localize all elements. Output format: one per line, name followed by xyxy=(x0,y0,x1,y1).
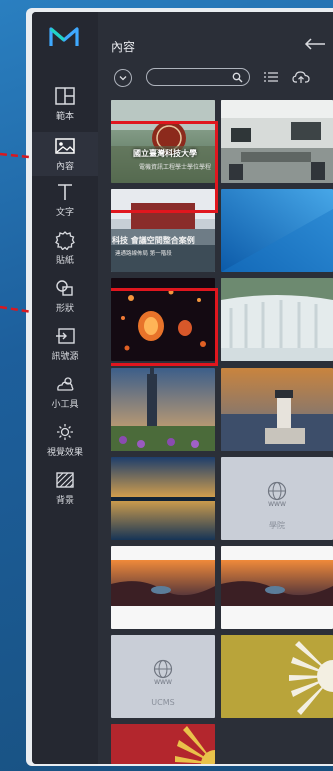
search-icon[interactable] xyxy=(232,72,243,83)
shape-icon xyxy=(56,280,73,296)
city-tower-thumbnail xyxy=(111,368,215,451)
sidebar-item-label: 形狀 xyxy=(55,304,74,314)
canyon-thumbnail xyxy=(221,560,333,606)
sidebar-item-signal-source[interactable]: 訊號源 xyxy=(32,326,98,368)
sidebar-item-label: 內容 xyxy=(55,162,74,172)
svg-text:WWW: WWW xyxy=(268,501,286,507)
content-tile-meeting-room[interactable] xyxy=(221,100,333,183)
app-window: 範本 內容 文字 貼紙 形狀 訊號源 小工具 視覺效果 背景 內容 國立臺灣科技… xyxy=(32,12,333,764)
image-icon xyxy=(55,138,75,154)
sidebar-item-sticker[interactable]: 貼紙 xyxy=(32,230,98,272)
filter-dropdown-button[interactable] xyxy=(114,69,132,87)
seal-title: 國立臺灣科技大學 xyxy=(133,149,197,158)
sidebar-item-content[interactable]: 內容 xyxy=(32,132,98,176)
content-tile-waterfall[interactable] xyxy=(221,278,333,361)
lake-sunset-thumbnail xyxy=(111,457,215,540)
waterfall-thumbnail xyxy=(221,278,333,361)
content-tile-conference-banner[interactable]: 科技 會議空間整合案例 連通路線佈局 第一階段 xyxy=(111,189,215,272)
meeting-room-thumbnail xyxy=(221,100,333,183)
sidebar-item-shape[interactable]: 形狀 xyxy=(32,278,98,320)
sidebar-item-visual-effect[interactable]: 視覺效果 xyxy=(32,422,98,464)
web-globe-icon: WWW xyxy=(267,481,287,507)
search-input[interactable] xyxy=(155,70,225,84)
content-tile-red-rays[interactable] xyxy=(111,724,215,764)
sky-lanterns-thumbnail xyxy=(111,278,215,361)
widget-icon xyxy=(57,377,74,391)
sidebar-item-label: 範本 xyxy=(55,112,74,122)
text-icon xyxy=(58,184,72,200)
lighthouse-thumbnail xyxy=(221,368,333,451)
signal-source-icon xyxy=(56,328,75,344)
sidebar-item-background[interactable]: 背景 xyxy=(32,470,98,512)
content-panel: 內容 國立臺灣科技大學 電機資訊工程學士學位學程 科技 會議空間整合案例 連通路… xyxy=(98,12,333,764)
sidebar-item-text[interactable]: 文字 xyxy=(32,182,98,224)
sidebar-item-label: 背景 xyxy=(55,496,74,506)
visual-effect-icon xyxy=(57,424,73,440)
chevron-down-icon xyxy=(119,76,127,81)
sidebar-item-label: 文字 xyxy=(55,208,74,218)
blue-gradient-thumbnail xyxy=(221,189,333,272)
sidebar-item-widget[interactable]: 小工具 xyxy=(32,374,98,416)
list-view-icon[interactable] xyxy=(264,71,278,83)
content-tile-canyon-1[interactable] xyxy=(111,546,215,629)
sidebar-item-label: 小工具 xyxy=(51,400,79,410)
svg-text:WWW: WWW xyxy=(154,679,172,685)
content-tile-lighthouse[interactable] xyxy=(221,368,333,451)
content-tile-blue-gradient[interactable] xyxy=(221,189,333,272)
content-tile-lake-sunset[interactable] xyxy=(111,457,215,540)
tile-label-ucms: UCMS xyxy=(151,698,175,707)
sidebar-item-label: 視覺效果 xyxy=(46,448,83,458)
tile-label-college: 學院 xyxy=(269,521,285,530)
banner-line-1: 科技 會議空間整合案例 xyxy=(112,236,195,245)
red-rays-thumbnail xyxy=(111,724,215,764)
sticker-icon xyxy=(55,231,75,250)
canyon-thumbnail xyxy=(111,560,215,606)
conference-banner-thumbnail xyxy=(111,189,215,272)
content-toolbar xyxy=(114,68,333,90)
content-grid: 國立臺灣科技大學 電機資訊工程學士學位學程 科技 會議空間整合案例 連通路線佈局… xyxy=(111,100,333,764)
back-arrow-icon[interactable] xyxy=(304,37,326,51)
background-icon xyxy=(56,472,74,488)
app-logo xyxy=(49,27,79,46)
sidebar: 範本 內容 文字 貼紙 形狀 訊號源 小工具 視覺效果 背景 xyxy=(32,12,98,764)
template-icon xyxy=(55,87,75,105)
content-tile-ucms-link[interactable]: WWW UCMS xyxy=(111,635,215,718)
panel-title: 內容 xyxy=(111,40,136,54)
sidebar-item-label: 訊號源 xyxy=(51,352,79,362)
content-tile-university-seal[interactable]: 國立臺灣科技大學 電機資訊工程學士學位學程 xyxy=(111,100,215,183)
seal-subtitle: 電機資訊工程學士學位學程 xyxy=(139,164,212,171)
content-tile-city-tower[interactable] xyxy=(111,368,215,451)
web-globe-icon: WWW xyxy=(153,659,173,685)
sidebar-item-template[interactable]: 範本 xyxy=(32,86,98,128)
upload-icon[interactable] xyxy=(292,70,310,84)
content-tile-sky-lanterns[interactable] xyxy=(111,278,215,361)
sidebar-item-label: 貼紙 xyxy=(55,256,74,266)
content-tile-canyon-2[interactable] xyxy=(221,546,333,629)
search-box xyxy=(146,68,250,86)
olive-rays-thumbnail xyxy=(221,635,333,718)
content-tile-olive-rays[interactable] xyxy=(221,635,333,718)
content-tile-college-link[interactable]: WWW 學院 xyxy=(221,457,333,540)
banner-line-2: 連通路線佈局 第一階段 xyxy=(115,251,172,257)
